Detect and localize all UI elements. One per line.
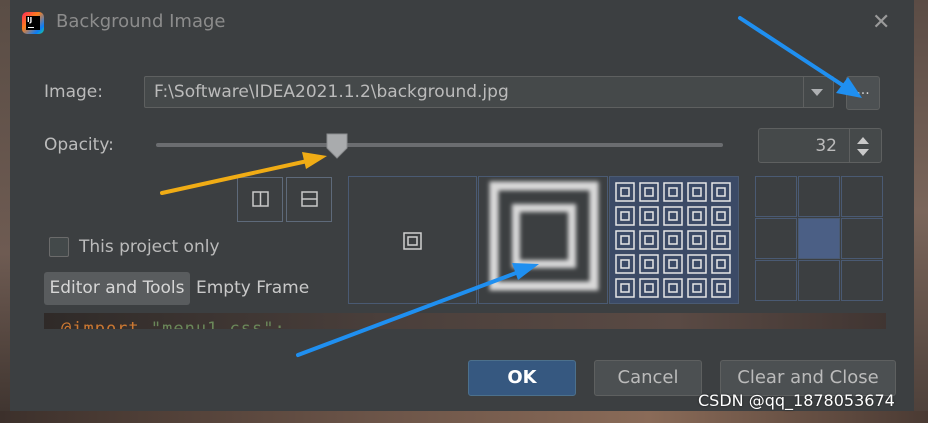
dialog-title: Background Image bbox=[56, 11, 226, 32]
preview-keyword: @import bbox=[61, 319, 140, 329]
anchor-center-selected[interactable] bbox=[798, 218, 840, 259]
cancel-button[interactable]: Cancel bbox=[594, 360, 702, 396]
opacity-label: Opacity: bbox=[44, 135, 114, 155]
fill-mode-center-tile[interactable] bbox=[348, 176, 477, 304]
ok-button[interactable]: OK bbox=[468, 360, 576, 396]
anchor-top-left[interactable] bbox=[755, 176, 797, 217]
csdn-watermark: CSDN @qq_1878053674 bbox=[698, 391, 895, 410]
opacity-spinner[interactable]: 32 bbox=[758, 128, 882, 163]
preview-code: @import "menu1.css"; bbox=[61, 319, 286, 329]
opacity-slider-track[interactable] bbox=[156, 143, 723, 147]
split-horizontal-icon bbox=[301, 191, 318, 207]
opacity-slider-thumb[interactable] bbox=[326, 133, 348, 159]
image-label: Image: bbox=[44, 82, 103, 102]
fill-mode-scale-tile[interactable] bbox=[478, 176, 608, 304]
spinner-up-icon[interactable] bbox=[856, 135, 870, 145]
anchor-top-right[interactable] bbox=[841, 176, 883, 217]
scale-icon bbox=[489, 181, 599, 291]
intellij-idea-icon: IJ bbox=[22, 12, 44, 34]
title-bar: IJ Background Image ✕ bbox=[10, 0, 914, 45]
opacity-value[interactable]: 32 bbox=[815, 136, 837, 156]
this-project-only-checkbox[interactable] bbox=[49, 237, 69, 257]
anchor-bottom-center[interactable] bbox=[798, 260, 840, 301]
spinner-down-icon[interactable] bbox=[856, 148, 870, 158]
image-path-value: F:\Software\IDEA2021.1.2\background.jpg bbox=[154, 82, 509, 102]
anchor-bottom-right[interactable] bbox=[841, 260, 883, 301]
outer-background-right bbox=[914, 0, 928, 423]
image-path-combobox[interactable]: F:\Software\IDEA2021.1.2\background.jpg bbox=[144, 76, 834, 108]
preview-string: "menu1.css"; bbox=[150, 319, 286, 329]
outer-background-bottom bbox=[0, 411, 928, 423]
editor-preview: @import "menu1.css"; bbox=[44, 313, 886, 329]
anchor-bottom-left[interactable] bbox=[755, 260, 797, 301]
flip-horizontal-button[interactable] bbox=[237, 177, 283, 222]
close-icon[interactable]: ✕ bbox=[872, 10, 890, 35]
split-vertical-icon bbox=[252, 191, 269, 207]
fill-mode-tile-tile[interactable] bbox=[609, 176, 739, 304]
anchor-middle-left[interactable] bbox=[755, 218, 797, 259]
this-project-only-label[interactable]: This project only bbox=[79, 237, 220, 257]
center-icon bbox=[403, 232, 422, 250]
anchor-middle-right[interactable] bbox=[841, 218, 883, 259]
outer-background-left bbox=[0, 0, 10, 423]
combo-divider bbox=[803, 77, 804, 107]
tile-pattern-icon bbox=[610, 177, 738, 303]
flip-vertical-button[interactable] bbox=[286, 177, 332, 222]
background-image-dialog: IJ Background Image ✕ Image: F:\Software… bbox=[10, 0, 914, 411]
tab-editor-and-tools[interactable]: Editor and Tools bbox=[44, 272, 190, 305]
spinner-divider bbox=[849, 129, 850, 162]
anchor-top-center[interactable] bbox=[798, 176, 840, 217]
tab-empty-frame[interactable]: Empty Frame bbox=[196, 272, 309, 305]
chevron-down-icon[interactable] bbox=[808, 84, 828, 100]
browse-button[interactable]: ... bbox=[846, 76, 880, 110]
